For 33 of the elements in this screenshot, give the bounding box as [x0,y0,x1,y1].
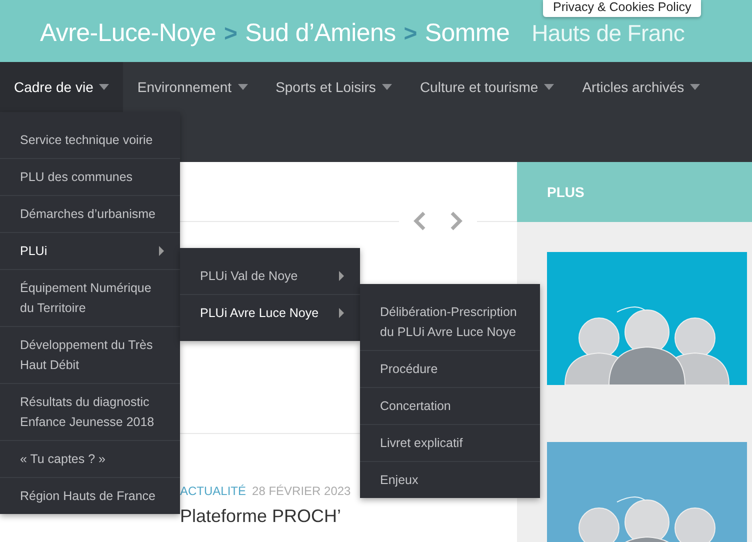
nav-item[interactable]: Environnement [123,62,262,112]
menu-item[interactable]: Résultats du diagnostic Enfance Jeunesse 2018 [0,384,180,441]
post-date: 28 FÉVRIER 2023 [252,484,351,498]
menu-item[interactable]: Enjeux [360,462,540,498]
nav-item[interactable]: Articles archivés [568,62,714,112]
menu-item[interactable]: Développement du Très Haut Débit [0,327,180,384]
caret-icon [99,84,110,90]
previous-icon[interactable] [413,211,427,231]
menu-item[interactable]: PLU des communes [0,159,180,196]
menu-item[interactable]: Procédure [360,351,540,388]
caret-icon [238,84,248,90]
menu-item[interactable]: PLUi [0,233,180,270]
breadcrumb-separator: > [224,19,238,47]
nav-item[interactable]: Sports et Loisirs [262,62,406,112]
caret-icon [382,84,392,90]
menu-item[interactable]: Concertation [360,388,540,425]
menu-item[interactable]: Livret explicatif [360,425,540,462]
sidebar-heading: PLUS [517,162,752,222]
menu-item[interactable]: Service technique voirie [0,122,180,159]
cookie-policy-tab[interactable]: Privacy & Cookies Policy [543,0,702,17]
breadcrumb-separator: > [404,19,417,47]
menu-item[interactable]: PLUi Val de Noye [180,258,360,295]
menu-item[interactable]: « Tu captes ? » [0,441,180,478]
nav-item[interactable]: Culture et tourisme [406,62,568,112]
post-title[interactable]: Plateforme PROCH’ [180,506,517,527]
caret-icon [544,84,554,90]
nav-item[interactable]: Cadre de vie [0,62,124,112]
next-icon[interactable] [449,211,463,231]
menu-item[interactable]: Délibération-Prescription du PLUi Avre Luce Noye [360,294,540,351]
menu-item[interactable]: Région Hauts de France [0,478,180,514]
menu-item[interactable]: Démarches d’urbanisme [0,196,180,233]
caret-icon [690,84,700,90]
menu-item[interactable]: PLUi Avre Luce Noye [180,295,360,331]
